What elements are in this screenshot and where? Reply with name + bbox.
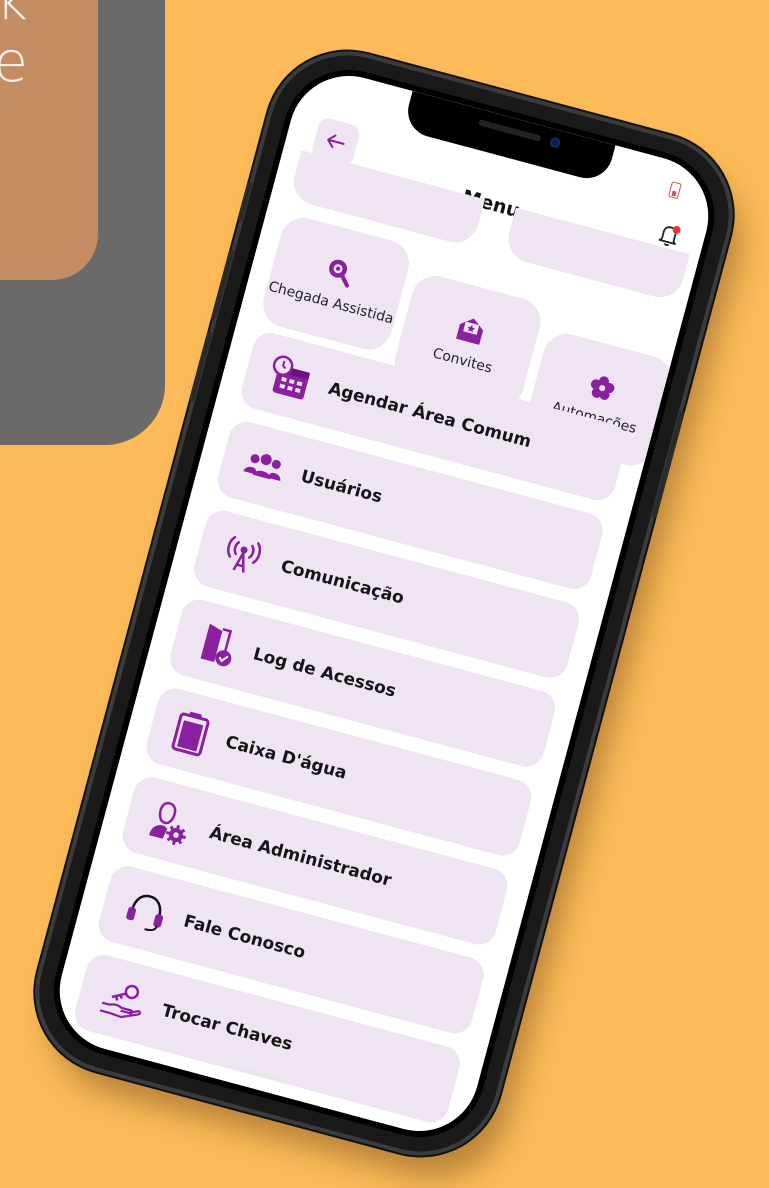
tile-chegada-assistida[interactable]: Chegada Assistida <box>257 212 415 355</box>
menu-item-label: Trocar Chaves <box>159 1000 295 1055</box>
menu-item-label: Caixa D'água <box>223 732 349 784</box>
menu-item-label: Comunicação <box>278 556 407 609</box>
users-icon <box>243 454 281 481</box>
front-camera <box>549 136 562 149</box>
menu-item-label: Usuários <box>298 466 385 508</box>
antenna-icon <box>227 535 262 573</box>
promo-line-2: e <box>0 30 28 95</box>
mute-switch <box>237 181 253 222</box>
key-hand-icon <box>99 984 141 1019</box>
promo-text: k e <box>0 0 28 94</box>
speaker <box>478 119 542 142</box>
search-icon <box>329 259 350 288</box>
promo-line-1: k <box>0 0 28 33</box>
notification-dot <box>672 226 681 235</box>
calendar-clock-icon <box>272 355 311 400</box>
volume-up-button <box>210 248 235 320</box>
volume-down-button <box>188 331 213 402</box>
admin-gear-icon <box>149 801 187 846</box>
menu-item-label: Log de Acessos <box>250 644 399 702</box>
headset-icon <box>126 894 164 932</box>
flower-icon <box>591 375 615 400</box>
menu-item-label: Fale Conosco <box>181 911 308 964</box>
tile-label: Convites <box>431 344 494 377</box>
menu-item-label: Área Administrador <box>207 823 394 891</box>
battery-icon <box>667 181 682 200</box>
menu-list: Agendar Área Comum Usuários Comunicação … <box>48 328 631 1145</box>
tile-label: Chegada Assistida <box>266 278 396 327</box>
water-tank-icon <box>171 711 210 757</box>
envelope-icon <box>456 318 484 345</box>
door-check-icon <box>200 623 233 667</box>
promo-card: k e <box>0 0 98 280</box>
